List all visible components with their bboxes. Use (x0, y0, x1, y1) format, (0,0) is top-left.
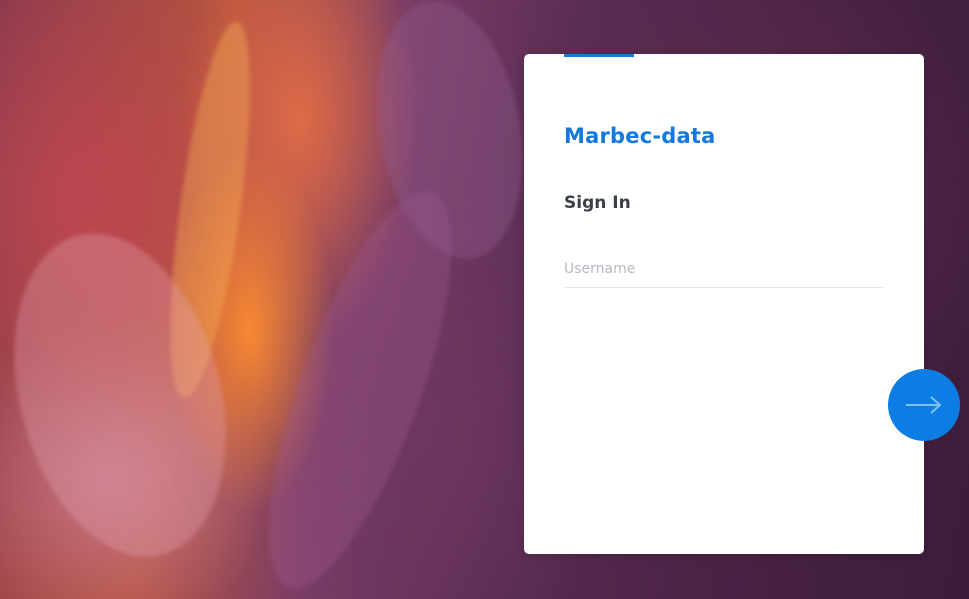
sign-in-heading: Sign In (564, 193, 631, 213)
next-button[interactable] (888, 369, 960, 441)
arrow-right-icon (906, 396, 942, 414)
card-accent-bar (564, 54, 634, 57)
sign-in-card: Marbec-data Sign In (524, 54, 924, 554)
brand-title: Marbec-data (564, 124, 716, 148)
username-input[interactable] (564, 250, 884, 288)
